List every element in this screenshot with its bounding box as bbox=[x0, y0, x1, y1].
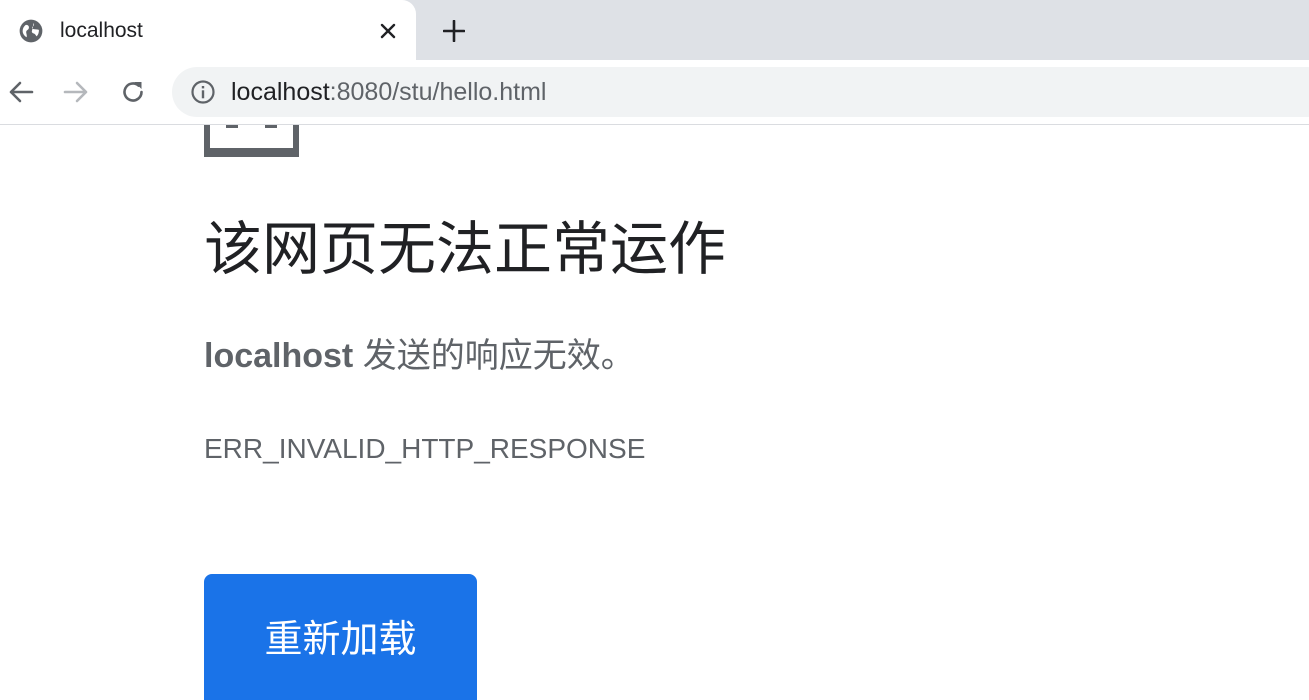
error-summary-text: 发送的响应无效。 bbox=[353, 337, 635, 375]
reload-button-label: 重新加载 bbox=[264, 619, 417, 661]
address-bar[interactable]: localhost:8080/stu/hello.html bbox=[172, 67, 1309, 117]
tab-strip: localhost bbox=[0, 0, 1309, 60]
error-code: ERR_INVALID_HTTP_RESPONSE bbox=[204, 433, 646, 464]
error-summary: localhost 发送的响应无效。 bbox=[204, 335, 635, 377]
globe-icon bbox=[19, 19, 43, 43]
browser-toolbar: localhost:8080/stu/hello.html bbox=[0, 60, 1309, 125]
error-summary-host: localhost bbox=[204, 337, 354, 375]
url-text[interactable]: localhost:8080/stu/hello.html bbox=[231, 78, 546, 106]
plus-icon[interactable] bbox=[437, 14, 471, 48]
sad-page-icon bbox=[204, 125, 299, 157]
url-host: localhost bbox=[231, 78, 330, 106]
info-icon[interactable] bbox=[190, 79, 216, 105]
tab-localhost[interactable]: localhost bbox=[0, 0, 416, 60]
error-page: 该网页无法正常运作 localhost 发送的响应无效。 ERR_INVALID… bbox=[0, 125, 1309, 700]
close-icon[interactable] bbox=[374, 17, 402, 45]
reload-icon[interactable] bbox=[115, 74, 151, 110]
tab-title: localhost bbox=[60, 19, 143, 42]
arrow-left-icon[interactable] bbox=[3, 74, 39, 110]
url-path: :8080/stu/hello.html bbox=[329, 78, 547, 106]
arrow-right-icon[interactable] bbox=[58, 74, 94, 110]
reload-button[interactable]: 重新加载 bbox=[204, 574, 477, 700]
error-headline: 该网页无法正常运作 bbox=[204, 217, 727, 282]
